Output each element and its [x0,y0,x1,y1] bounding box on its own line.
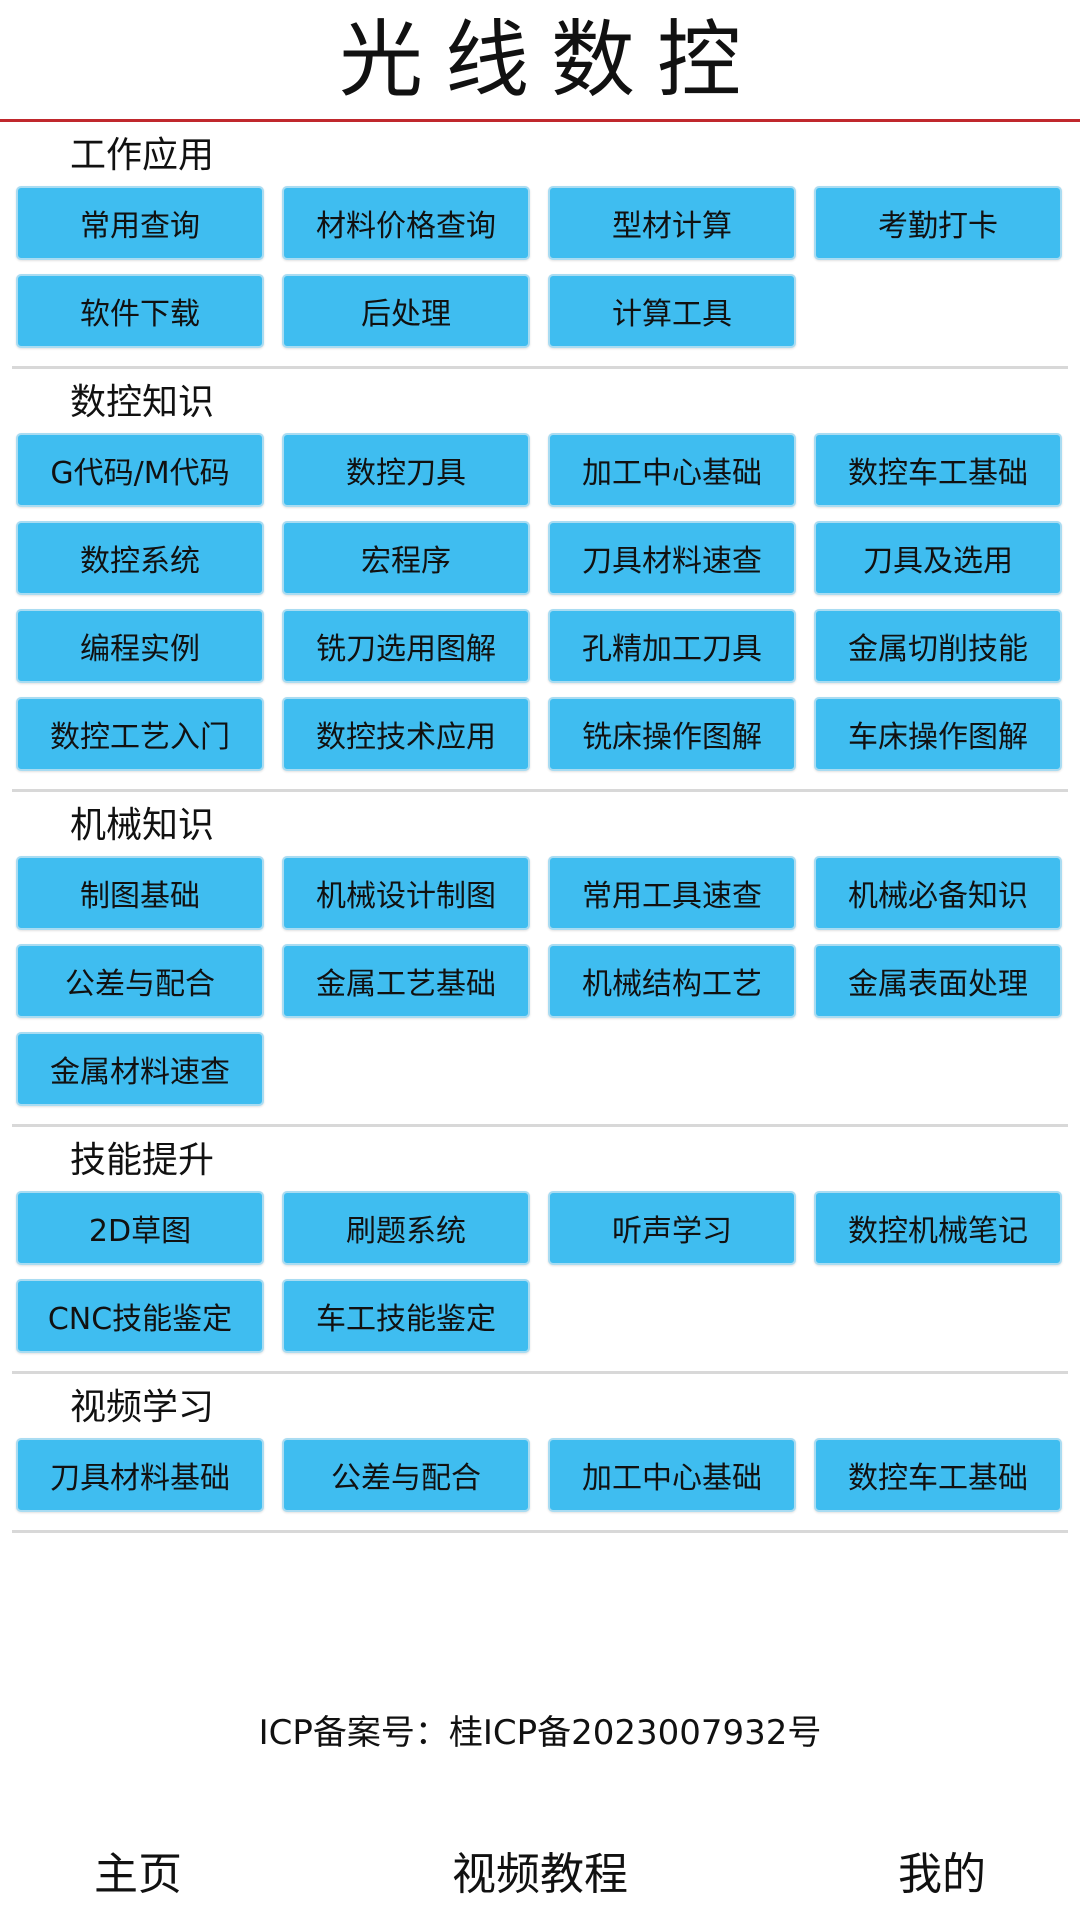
menu-button[interactable]: 软件下载 [16,274,264,348]
menu-button[interactable]: 刀具及选用 [814,521,1062,595]
button-grid: 常用查询 材料价格查询 型材计算 考勤打卡软件下载 后处理 计算工具 [12,186,1068,348]
menu-button[interactable]: 车工技能鉴定 [282,1279,530,1353]
menu-button[interactable]: 考勤打卡 [814,186,1062,260]
menu-button[interactable]: 型材计算 [548,186,796,260]
menu-button[interactable]: 数控技术应用 [282,697,530,771]
menu-section: 工作应用常用查询 材料价格查询 型材计算 考勤打卡软件下载 后处理 计算工具 [12,126,1068,369]
menu-button[interactable]: 车床操作图解 [814,697,1062,771]
menu-button[interactable]: 常用查询 [16,186,264,260]
menu-button[interactable]: 数控车工基础 [814,1438,1062,1512]
menu-button[interactable]: 机械设计制图 [282,856,530,930]
menu-section: 机械知识制图基础 机械设计制图 常用工具速查 机械必备知识公差与配合 金属工艺基础 机械结… [12,796,1068,1127]
menu-button[interactable]: 铣刀选用图解 [282,609,530,683]
app-header: 光线数控 [0,0,1080,122]
button-grid: G代码/M代码 数控刀具 加工中心基础 数控车工基础数控系统 宏程序 刀具材料速查 刀具及选… [12,433,1068,771]
menu-button[interactable]: 加工中心基础 [548,1438,796,1512]
menu-button[interactable]: 铣床操作图解 [548,697,796,771]
menu-sections: 工作应用常用查询 材料价格查询 型材计算 考勤打卡软件下载 后处理 计算工具数控知识 G代码… [0,126,1080,1533]
tab-mine[interactable]: 我的 [898,1838,986,1902]
menu-section: 视频学习刀具材料基础 公差与配合 加工中心基础 数控车工基础 [12,1378,1068,1533]
button-grid: 2D草图 刷题系统 听声学习 数控机械笔记 CNC技能鉴定 车工技能鉴定 [12,1191,1068,1353]
section-title: 机械知识 [70,805,215,846]
menu-button[interactable]: 加工中心基础 [548,433,796,507]
menu-button[interactable]: 机械结构工艺 [548,944,796,1018]
icp-record[interactable]: ICP备案号：桂ICP备2023007932号 [0,1705,1080,1754]
menu-button[interactable]: 听声学习 [548,1191,796,1265]
menu-button[interactable]: 机械必备知识 [814,856,1062,930]
menu-button[interactable]: 刷题系统 [282,1191,530,1265]
tab-videos[interactable]: 视频教程 [452,1838,628,1902]
menu-button[interactable]: G代码/M代码 [16,433,264,507]
menu-button[interactable]: 公差与配合 [16,944,264,1018]
section-title: 数控知识 [70,382,215,423]
menu-button[interactable]: 金属工艺基础 [282,944,530,1018]
menu-button[interactable]: 金属表面处理 [814,944,1062,1018]
menu-button[interactable]: 后处理 [282,274,530,348]
menu-button[interactable]: 孔精加工刀具 [548,609,796,683]
tab-home[interactable]: 主页 [94,1838,182,1902]
menu-button[interactable]: 金属切削技能 [814,609,1062,683]
menu-button[interactable]: 数控车工基础 [814,433,1062,507]
menu-button[interactable]: 常用工具速查 [548,856,796,930]
menu-button[interactable]: 金属材料速查 [16,1032,264,1106]
button-grid: 制图基础 机械设计制图 常用工具速查 机械必备知识 公差与配合 金属工艺基础 机械结构工艺金… [12,856,1068,1106]
menu-button[interactable]: 材料价格查询 [282,186,530,260]
app-title: 光线数控 [338,10,763,109]
menu-button[interactable]: 刀具材料速查 [548,521,796,595]
menu-button[interactable]: 制图基础 [16,856,264,930]
menu-button[interactable]: 宏程序 [282,521,530,595]
menu-button[interactable]: CNC技能鉴定 [16,1279,264,1353]
menu-section: 数控知识 G代码/M代码 数控刀具 加工中心基础 数控车工基础数控系统 宏程序 刀具材料速查… [12,373,1068,792]
menu-button[interactable]: 计算工具 [548,274,796,348]
menu-section: 技能提升 2D草图 刷题系统 听声学习 数控机械笔记 CNC技能鉴定 车工技能鉴定 [12,1131,1068,1374]
menu-button[interactable]: 公差与配合 [282,1438,530,1512]
menu-button[interactable]: 数控系统 [16,521,264,595]
menu-button[interactable]: 编程实例 [16,609,264,683]
section-title: 视频学习 [70,1387,215,1428]
button-grid: 刀具材料基础 公差与配合 加工中心基础 数控车工基础 [12,1438,1068,1512]
menu-button[interactable]: 2D草图 [16,1191,264,1265]
menu-button[interactable]: 数控刀具 [282,433,530,507]
section-title: 工作应用 [70,135,215,176]
bottom-tab-bar: 主页 视频教程 我的 [0,1838,1080,1908]
menu-button[interactable]: 数控机械笔记 [814,1191,1062,1265]
menu-button[interactable]: 数控工艺入门 [16,697,264,771]
menu-button[interactable]: 刀具材料基础 [16,1438,264,1512]
section-title: 技能提升 [70,1140,215,1181]
